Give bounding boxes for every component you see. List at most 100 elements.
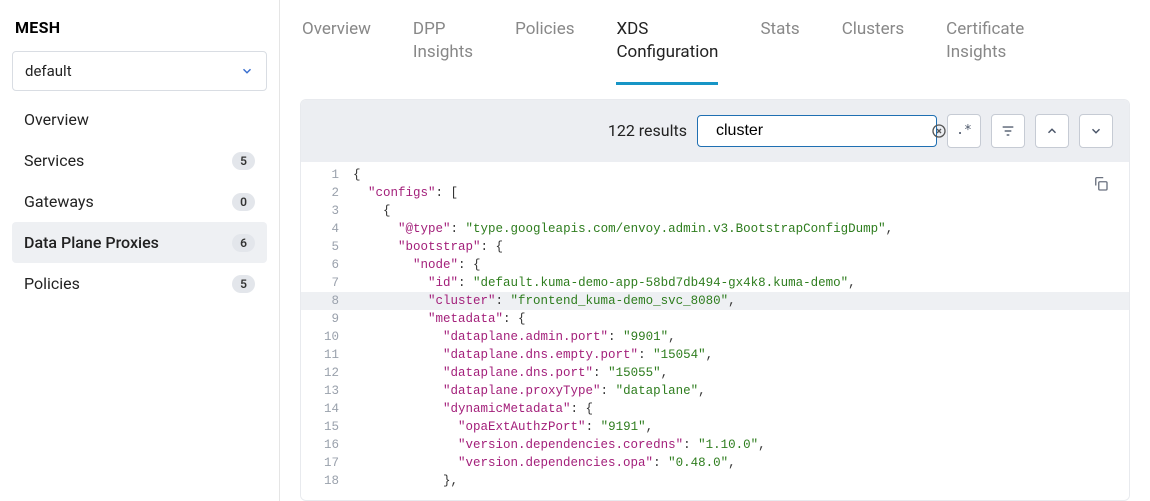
mesh-select-value: default	[25, 62, 72, 80]
line-number: 15	[301, 418, 353, 436]
code-lines[interactable]: 1{2 "configs": [3 {4 "@type": "type.goog…	[301, 162, 1129, 490]
close-circle-icon	[931, 123, 947, 139]
search-toolbar: 122 results .*	[301, 100, 1129, 162]
code-line: 16 "version.dependencies.coredns": "1.10…	[301, 436, 1129, 454]
chevron-down-icon	[240, 64, 254, 78]
xds-panel: 122 results .* 1{2 "con	[300, 99, 1130, 501]
clear-search-button[interactable]	[931, 123, 947, 139]
regex-toggle[interactable]: .*	[947, 114, 981, 148]
line-source: "configs": [	[353, 184, 458, 202]
code-line: 15 "opaExtAuthzPort": "9191",	[301, 418, 1129, 436]
code-line: 8 "cluster": "frontend_kuma-demo_svc_808…	[301, 292, 1129, 310]
line-number: 18	[301, 472, 353, 490]
tab[interactable]: XDS Configuration	[616, 18, 718, 85]
sidebar-item-label: Gateways	[24, 192, 94, 211]
sidebar-item-label: Policies	[24, 274, 80, 293]
line-source: "dataplane.dns.port": "15055",	[353, 364, 668, 382]
line-source: "cluster": "frontend_kuma-demo_svc_8080"…	[353, 292, 736, 310]
line-number: 3	[301, 202, 353, 220]
line-source: "opaExtAuthzPort": "9191",	[353, 418, 653, 436]
count-badge: 0	[232, 193, 255, 211]
filter-button[interactable]	[991, 114, 1025, 148]
tab[interactable]: Clusters	[842, 18, 904, 85]
code-line: 13 "dataplane.proxyType": "dataplane",	[301, 382, 1129, 400]
line-number: 2	[301, 184, 353, 202]
line-source: "dataplane.admin.port": "9901",	[353, 328, 676, 346]
line-source: "@type": "type.googleapis.com/envoy.admi…	[353, 220, 893, 238]
line-number: 12	[301, 364, 353, 382]
code-line: 7 "id": "default.kuma-demo-app-58bd7db49…	[301, 274, 1129, 292]
chevron-up-icon	[1045, 124, 1059, 138]
line-number: 8	[301, 292, 353, 310]
sidebar-item-label: Services	[24, 151, 84, 170]
code-line: 18 },	[301, 472, 1129, 490]
line-source: "dataplane.dns.empty.port": "15054",	[353, 346, 713, 364]
mesh-select[interactable]: default	[12, 51, 267, 91]
count-badge: 5	[232, 275, 255, 293]
line-number: 7	[301, 274, 353, 292]
line-source: "metadata": {	[353, 310, 526, 328]
code-line: 5 "bootstrap": {	[301, 238, 1129, 256]
sidebar-item-label: Overview	[24, 110, 89, 129]
copy-button[interactable]	[1087, 170, 1115, 198]
sidebar-item[interactable]: Gateways 0	[12, 181, 267, 222]
line-source: "id": "default.kuma-demo-app-58bd7db494-…	[353, 274, 856, 292]
code-line: 12 "dataplane.dns.port": "15055",	[301, 364, 1129, 382]
code-line: 14 "dynamicMetadata": {	[301, 400, 1129, 418]
line-source: "dataplane.proxyType": "dataplane",	[353, 382, 706, 400]
tab-bar: Overview DPP Insights Policies XDS Configur…	[300, 18, 1130, 85]
line-source: {	[353, 166, 361, 184]
line-number: 13	[301, 382, 353, 400]
sidebar-item[interactable]: Data Plane Proxies 6	[12, 222, 267, 263]
line-number: 14	[301, 400, 353, 418]
line-source: "dynamicMetadata": {	[353, 400, 593, 418]
code-line: 2 "configs": [	[301, 184, 1129, 202]
copy-icon	[1092, 175, 1110, 193]
search-input[interactable]	[716, 122, 923, 140]
line-source: "bootstrap": {	[353, 238, 503, 256]
line-number: 4	[301, 220, 353, 238]
sidebar-item-label: Data Plane Proxies	[24, 233, 159, 252]
count-badge: 6	[232, 234, 255, 252]
code-line: 3 {	[301, 202, 1129, 220]
line-number: 9	[301, 310, 353, 328]
tab[interactable]: Policies	[515, 18, 574, 85]
mesh-heading: MESH	[15, 18, 267, 37]
line-source: "version.dependencies.coredns": "1.10.0"…	[353, 436, 766, 454]
line-source: "node": {	[353, 256, 481, 274]
line-source: {	[353, 202, 391, 220]
sidebar: MESH default Overview Services 5 Gateways 0 D…	[0, 0, 280, 501]
code-line: 1{	[301, 166, 1129, 184]
sidebar-item[interactable]: Policies 5	[12, 263, 267, 304]
line-number: 11	[301, 346, 353, 364]
chevron-down-icon	[1089, 124, 1103, 138]
sidebar-item[interactable]: Overview	[12, 99, 267, 140]
code-line: 17 "version.dependencies.opa": "0.48.0",	[301, 454, 1129, 472]
code-line: 6 "node": {	[301, 256, 1129, 274]
main: Overview DPP Insights Policies XDS Configur…	[280, 0, 1150, 501]
code-viewer: 1{2 "configs": [3 {4 "@type": "type.goog…	[301, 162, 1129, 500]
count-badge: 5	[232, 152, 255, 170]
tab[interactable]: Certificate Insights	[946, 18, 1024, 85]
line-number: 6	[301, 256, 353, 274]
line-source: },	[353, 472, 458, 490]
code-line: 10 "dataplane.admin.port": "9901",	[301, 328, 1129, 346]
code-line: 4 "@type": "type.googleapis.com/envoy.ad…	[301, 220, 1129, 238]
tab[interactable]: DPP Insights	[413, 18, 473, 85]
code-line: 9 "metadata": {	[301, 310, 1129, 328]
line-number: 5	[301, 238, 353, 256]
sidebar-item[interactable]: Services 5	[12, 140, 267, 181]
line-number: 17	[301, 454, 353, 472]
line-number: 1	[301, 166, 353, 184]
prev-match-button[interactable]	[1035, 114, 1069, 148]
next-match-button[interactable]	[1079, 114, 1113, 148]
filter-icon	[1000, 123, 1016, 139]
sidebar-nav: Overview Services 5 Gateways 0 Data Plane Pro…	[12, 99, 267, 304]
tab[interactable]: Stats	[760, 18, 799, 85]
line-number: 10	[301, 328, 353, 346]
results-count: 122 results	[608, 121, 687, 140]
search-input-wrap[interactable]	[697, 115, 937, 147]
line-number: 16	[301, 436, 353, 454]
tab[interactable]: Overview	[302, 18, 371, 85]
code-line: 11 "dataplane.dns.empty.port": "15054",	[301, 346, 1129, 364]
